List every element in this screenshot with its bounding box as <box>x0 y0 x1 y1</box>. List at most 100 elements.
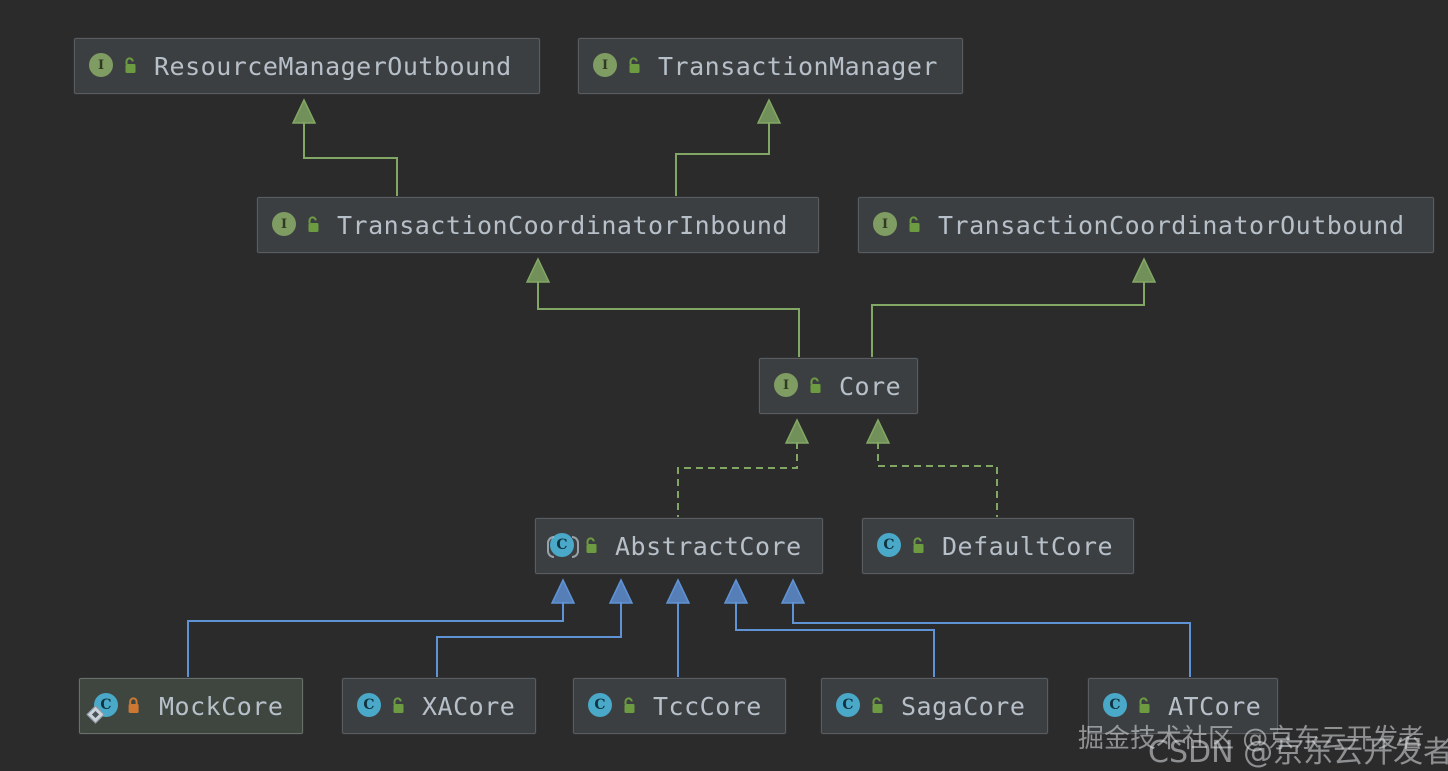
edge-line <box>675 122 770 197</box>
uml-edge-defaultcore-to-core <box>865 418 998 518</box>
type-icon-slot: C <box>588 693 614 719</box>
type-icon-slot: C <box>357 693 383 719</box>
edge-arrowhead <box>291 98 317 124</box>
node-icons: I <box>272 212 321 238</box>
edge-arrowhead <box>525 257 551 283</box>
interface-icon: I <box>873 212 897 236</box>
lock-open-public-icon <box>304 215 321 235</box>
class-icon: C <box>836 693 860 717</box>
edge-arrowhead <box>865 418 891 444</box>
uml-node-xa-core[interactable]: C XACore <box>342 678 536 734</box>
uml-node-label: Core <box>839 371 902 401</box>
lock-open-public-icon <box>620 696 637 716</box>
uml-node-transaction-manager[interactable]: I TransactionManager <box>578 38 963 94</box>
edge-layer <box>187 98 1191 678</box>
edge-arrowhead <box>784 418 810 444</box>
lock-open-public-icon <box>625 56 642 76</box>
uml-node-label: AbstractCore <box>615 531 802 561</box>
uml-node-resource-manager-outbound[interactable]: I ResourceManagerOutbound <box>74 38 540 94</box>
edge-arrowhead <box>1131 257 1157 283</box>
uml-node-at-core[interactable]: C ATCore <box>1088 678 1278 734</box>
edge-arrowhead <box>780 578 806 604</box>
uml-node-core[interactable]: I Core <box>759 358 918 414</box>
lock-open-public-icon <box>582 536 599 556</box>
uml-node-tcc-core[interactable]: C TccCore <box>573 678 786 734</box>
uml-edge-tcccore-to-abstractcore <box>665 578 691 678</box>
type-icon-slot: I <box>593 53 619 79</box>
type-icon-slot: I <box>774 373 800 399</box>
node-icons: C <box>588 693 637 719</box>
uml-node-transaction-coordinator-inbound[interactable]: I TransactionCoordinatorInbound <box>257 197 819 253</box>
node-icons: I <box>774 373 823 399</box>
node-icons: C <box>86 693 143 724</box>
edge-line <box>303 122 398 197</box>
uml-edge-xacore-to-abstractcore <box>436 578 634 678</box>
uml-node-label: SagaCore <box>901 691 1026 721</box>
lock-open-public-icon <box>121 56 138 76</box>
uml-edge-abstractcore-to-core <box>677 418 810 518</box>
class-icon: C <box>86 693 118 724</box>
uml-class-diagram-canvas: I ResourceManagerOutbound I TransactionMana… <box>0 0 1448 770</box>
type-icon-slot: C <box>550 533 576 559</box>
node-icons: I <box>89 53 138 79</box>
uml-node-default-core[interactable]: C DefaultCore <box>862 518 1134 574</box>
uml-node-abstract-core[interactable]: C AbstractCore <box>535 518 823 574</box>
edge-arrowhead <box>608 578 634 604</box>
uml-node-label: ATCore <box>1168 691 1262 721</box>
edge-line <box>187 602 564 678</box>
lock-open-public-icon <box>909 536 926 556</box>
uml-edge-core-to-tco <box>871 257 1157 358</box>
uml-edge-mockcore-to-abstractcore <box>187 578 576 678</box>
uml-node-label: TccCore <box>653 691 762 721</box>
uml-edge-core-to-tci <box>525 257 800 358</box>
abstract-class-icon: C <box>550 533 574 557</box>
uml-node-label: ResourceManagerOutbound <box>154 51 512 81</box>
edge-line <box>436 602 622 678</box>
uml-node-label: TransactionManager <box>658 51 938 81</box>
type-icon-slot: I <box>873 212 899 238</box>
edge-line <box>792 602 1191 678</box>
uml-node-label: TransactionCoordinatorOutbound <box>938 210 1405 240</box>
interface-icon: I <box>89 53 113 77</box>
edge-arrowhead <box>550 578 576 604</box>
lock-open-public-icon <box>905 215 922 235</box>
edge-arrowhead <box>665 578 691 604</box>
uml-edge-sagacore-to-abstractcore <box>723 578 935 678</box>
interface-icon: I <box>774 373 798 397</box>
type-icon-slot: C <box>1103 693 1129 719</box>
class-icon: C <box>357 693 381 717</box>
edge-line <box>677 442 798 518</box>
uml-edge-atcore-to-abstractcore <box>780 578 1191 678</box>
final-marker-icon <box>86 705 105 724</box>
uml-node-label: TransactionCoordinatorInbound <box>337 210 788 240</box>
edge-arrowhead <box>723 578 749 604</box>
lock-open-public-icon <box>389 696 406 716</box>
edge-line <box>877 442 998 518</box>
class-icon: C <box>1103 693 1127 717</box>
node-icons: C <box>836 693 885 719</box>
lock-open-public-icon <box>806 376 823 396</box>
edge-line <box>735 602 935 678</box>
uml-node-label: XACore <box>422 691 516 721</box>
uml-node-label: MockCore <box>159 691 284 721</box>
uml-node-mock-core[interactable]: C MockCore <box>79 678 303 734</box>
uml-node-transaction-coordinator-outbound[interactable]: I TransactionCoordinatorOutbound <box>858 197 1434 253</box>
lock-closed-package-icon <box>126 696 143 716</box>
interface-icon: I <box>593 53 617 77</box>
node-icons: C <box>357 693 406 719</box>
type-icon-slot: C <box>877 533 903 559</box>
edge-line <box>537 281 800 358</box>
type-icon-slot: C <box>836 693 862 719</box>
node-icons: C <box>1103 693 1152 719</box>
node-icons: C <box>550 533 599 559</box>
node-icons: I <box>593 53 642 79</box>
lock-open-public-icon <box>1135 696 1152 716</box>
edge-arrowhead <box>756 98 782 124</box>
node-icons: C <box>877 533 926 559</box>
type-icon-slot: I <box>89 53 115 79</box>
edge-line <box>871 281 1145 358</box>
node-icons: I <box>873 212 922 238</box>
class-icon: C <box>877 533 901 557</box>
type-icon-slot: C <box>86 693 120 724</box>
uml-node-saga-core[interactable]: C SagaCore <box>821 678 1048 734</box>
